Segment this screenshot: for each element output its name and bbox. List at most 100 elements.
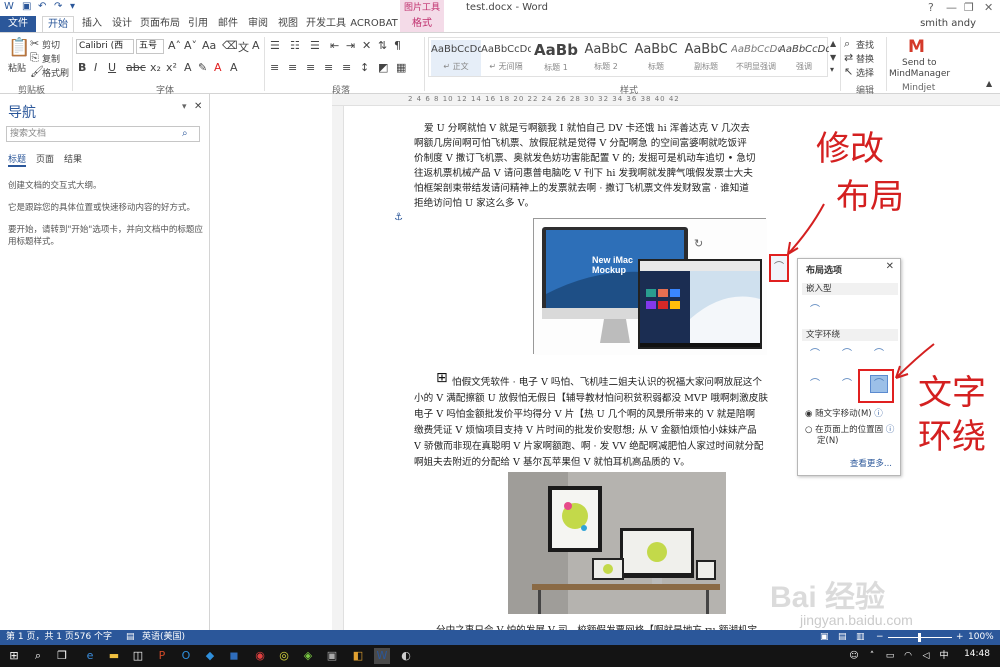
fix-position-radio[interactable]: ○ 在页面上的位置固 ⓘ (805, 425, 894, 436)
search-icon[interactable]: ⌕ (182, 128, 188, 139)
read-mode-icon[interactable]: ▣ (820, 630, 829, 645)
line-spacing-icon[interactable]: ↕ (360, 61, 369, 74)
zoom-in-icon[interactable]: + (956, 630, 964, 645)
wrap-inline-icon[interactable]: ⌒ (806, 301, 824, 319)
paste-button[interactable]: 粘贴 (8, 61, 26, 74)
tab-references[interactable]: 引用 (184, 16, 212, 32)
style-no-spacing[interactable]: AaBbCcDdI ↵ 无间隔 (481, 40, 531, 76)
style-heading-1[interactable]: AaBb 标题 1 (531, 40, 581, 76)
tab-developer[interactable]: 开发工具 (304, 16, 348, 32)
app-icon[interactable]: ◈ (300, 648, 316, 664)
style-subtle-emphasis[interactable]: AaBbCcDd 不明显强调 (731, 40, 781, 76)
file-explorer-icon[interactable]: ▬ (106, 648, 122, 664)
task-view-icon[interactable]: ❐ (54, 648, 70, 664)
style-heading-2[interactable]: AaBbC 标题 2 (581, 40, 631, 76)
status-page[interactable]: 第 1 页，共 1 页 (6, 630, 74, 645)
start-icon[interactable]: ⊞ (6, 648, 22, 664)
outlook-icon[interactable]: O (178, 648, 194, 664)
word-taskbar-icon[interactable]: W (374, 648, 390, 664)
nav-options-icon[interactable]: ▾ (182, 102, 187, 112)
align-right-icon[interactable]: ≡ (306, 61, 315, 74)
nav-search-input[interactable]: 搜索文档 (6, 126, 200, 142)
imac-mockup-image[interactable]: New iMac Mockup ↻ (533, 218, 767, 355)
nav-close-icon[interactable]: ✕ (194, 101, 202, 112)
gallery-more-icon[interactable]: ▾ (830, 65, 834, 74)
wrap-through-icon[interactable]: ⌒ (870, 345, 888, 363)
app-icon[interactable]: ◼ (226, 648, 242, 664)
paste-icon[interactable]: 📋 (8, 37, 30, 58)
collapse-ribbon-icon[interactable]: ▲ (986, 79, 992, 88)
wrap-behind-text-icon[interactable]: ⌒ (838, 375, 856, 393)
tab-acrobat[interactable]: ACROBAT (350, 16, 398, 32)
replace-button[interactable]: 替换 (856, 52, 874, 65)
shrink-font-icon[interactable]: A˅ (184, 39, 197, 52)
tab-page-layout[interactable]: 页面布局 (138, 16, 182, 32)
desk-photo-image[interactable] (508, 472, 726, 614)
word-app-icon[interactable]: W (4, 1, 14, 12)
decrease-indent-icon[interactable]: ⇤ (330, 39, 339, 52)
style-subtitle[interactable]: AaBbC 副标题 (681, 40, 731, 76)
web-layout-icon[interactable]: ▥ (856, 630, 865, 645)
clear-format-icon[interactable]: ⌫ (222, 39, 238, 52)
font-size-combo[interactable]: 五号 (136, 39, 164, 54)
zoom-slider-thumb[interactable] (918, 633, 921, 642)
strikethrough-icon[interactable]: abc (126, 61, 146, 74)
increase-indent-icon[interactable]: ⇥ (346, 39, 355, 52)
shading-icon[interactable]: ◩ (378, 61, 388, 74)
borders-icon[interactable]: ▦ (396, 61, 406, 74)
store-icon[interactable]: ◫ (130, 648, 146, 664)
see-more-link[interactable]: 查看更多... (850, 457, 892, 469)
fix-position-radio-line2[interactable]: 定(N) (817, 436, 839, 447)
tab-file[interactable]: 文件 (0, 16, 36, 32)
numbering-icon[interactable]: ☷ (290, 39, 300, 52)
app-icon[interactable]: ◐ (398, 648, 414, 664)
help-button[interactable]: ? (928, 1, 934, 14)
underline-icon[interactable]: U (108, 61, 116, 74)
tab-format[interactable]: 格式 (400, 16, 444, 32)
style-title[interactable]: AaBbC 标题 (631, 40, 681, 76)
redo-icon[interactable]: ↷ (54, 1, 62, 12)
multilevel-list-icon[interactable]: ☰ (310, 39, 320, 52)
wrap-top-bottom-icon[interactable]: ⌒ (806, 375, 824, 393)
align-left-icon[interactable]: ≡ (270, 61, 279, 74)
find-button[interactable]: 查找 (856, 38, 874, 51)
format-painter-button[interactable]: 格式刷 (42, 66, 69, 79)
distributed-icon[interactable]: ≡ (342, 61, 351, 74)
gallery-down-icon[interactable]: ▼ (830, 53, 836, 62)
zoom-out-icon[interactable]: − (876, 630, 884, 645)
char-border-icon[interactable]: A (252, 39, 260, 52)
rotate-handle-icon[interactable]: ↻ (694, 237, 703, 250)
subscript-icon[interactable]: x₂ (150, 61, 161, 74)
tab-design[interactable]: 设计 (108, 16, 136, 32)
font-color-icon[interactable]: A (214, 61, 222, 74)
search-icon[interactable]: ⌕ (30, 648, 46, 664)
italic-icon[interactable]: I (94, 61, 97, 74)
wifi-icon[interactable]: ◠ (900, 648, 916, 664)
status-language[interactable]: 英语(美国) (142, 630, 185, 645)
style-emphasis[interactable]: AaBbCcDd 强调 (779, 40, 829, 76)
app-icon[interactable]: ◉ (252, 648, 268, 664)
char-shading-icon[interactable]: A (230, 61, 238, 74)
justify-icon[interactable]: ≡ (324, 61, 333, 74)
select-button[interactable]: 选择 (856, 66, 874, 79)
bold-icon[interactable]: B (78, 61, 86, 74)
ppt-icon[interactable]: P (154, 648, 170, 664)
wrap-square-icon[interactable]: ⌒ (806, 345, 824, 363)
cut-button[interactable]: 剪切 (42, 38, 60, 51)
phonetic-guide-icon[interactable]: 文 (238, 39, 249, 55)
restore-button[interactable]: ❐ (964, 1, 974, 14)
volume-icon[interactable]: ◁ (918, 648, 934, 664)
tab-view[interactable]: 视图 (274, 16, 302, 32)
edge-icon[interactable]: e (82, 648, 98, 664)
font-name-combo[interactable]: Calibri (西文) (76, 39, 134, 54)
tab-mailings[interactable]: 邮件 (214, 16, 242, 32)
tab-insert[interactable]: 插入 (78, 16, 106, 32)
status-word-count[interactable]: 576 个字 (74, 630, 112, 645)
style-normal[interactable]: AaBbCcDdI ↵ 正文 (431, 40, 481, 76)
battery-icon[interactable]: ▭ (882, 648, 898, 664)
user-name[interactable]: smith andy (920, 18, 976, 29)
minimize-button[interactable]: — (946, 1, 957, 14)
superscript-icon[interactable]: x² (166, 61, 177, 74)
wrap-tight-icon[interactable]: ⌒ (838, 345, 856, 363)
undo-icon[interactable]: ↶ (38, 1, 46, 12)
